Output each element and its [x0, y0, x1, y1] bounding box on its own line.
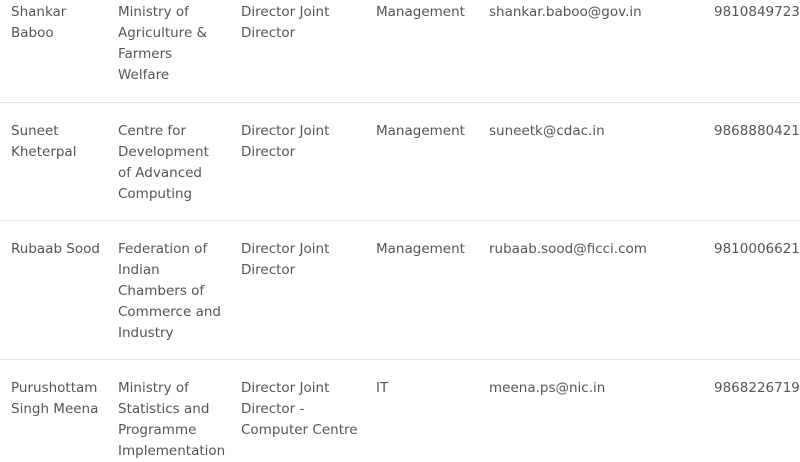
designation-cell: Director Joint Director: [241, 4, 330, 41]
table-row: Rubaab Sood Federation of Indian Chamber…: [0, 221, 800, 360]
table-row: Purushottam Singh Meena Ministry of Stat…: [0, 360, 800, 459]
designation-cell: Director Joint Director - Computer Centr…: [241, 380, 358, 438]
email-cell: meena.ps@nic.in: [489, 380, 606, 396]
name-cell: Shankar Baboo: [11, 4, 67, 41]
department-cell: Management: [376, 123, 465, 139]
designation-cell: Director Joint Director: [241, 241, 330, 278]
table-row: Shankar Baboo Ministry of Agriculture & …: [0, 0, 800, 103]
name-cell: Suneet Kheterpal: [11, 123, 77, 160]
email-cell: shankar.baboo@gov.in: [489, 4, 642, 20]
contacts-table: Shankar Baboo Ministry of Agriculture & …: [0, 0, 800, 459]
organization-cell: Ministry of Agriculture & Farmers Welfar…: [118, 4, 208, 83]
organization-cell: Ministry of Statistics and Programme Imp…: [118, 380, 226, 459]
organization-cell: Federation of Indian Chambers of Commerc…: [118, 241, 221, 341]
table-row: Suneet Kheterpal Centre for Development …: [0, 103, 800, 221]
organization-cell: Centre for Development of Advanced Compu…: [118, 123, 209, 202]
phone-cell: 9868880421: [714, 123, 800, 139]
name-cell: Rubaab Sood: [11, 241, 100, 257]
phone-cell: 9868226719: [714, 380, 800, 396]
phone-cell: 9810849723: [714, 4, 800, 20]
email-cell: rubaab.sood@ficci.com: [489, 241, 647, 257]
department-cell: Management: [376, 4, 465, 20]
department-cell: Management: [376, 241, 465, 257]
phone-cell: 9810006621: [714, 241, 800, 257]
email-cell: suneetk@cdac.in: [489, 123, 605, 139]
designation-cell: Director Joint Director: [241, 123, 330, 160]
name-cell: Purushottam Singh Meena: [11, 380, 99, 417]
department-cell: IT: [376, 380, 389, 396]
